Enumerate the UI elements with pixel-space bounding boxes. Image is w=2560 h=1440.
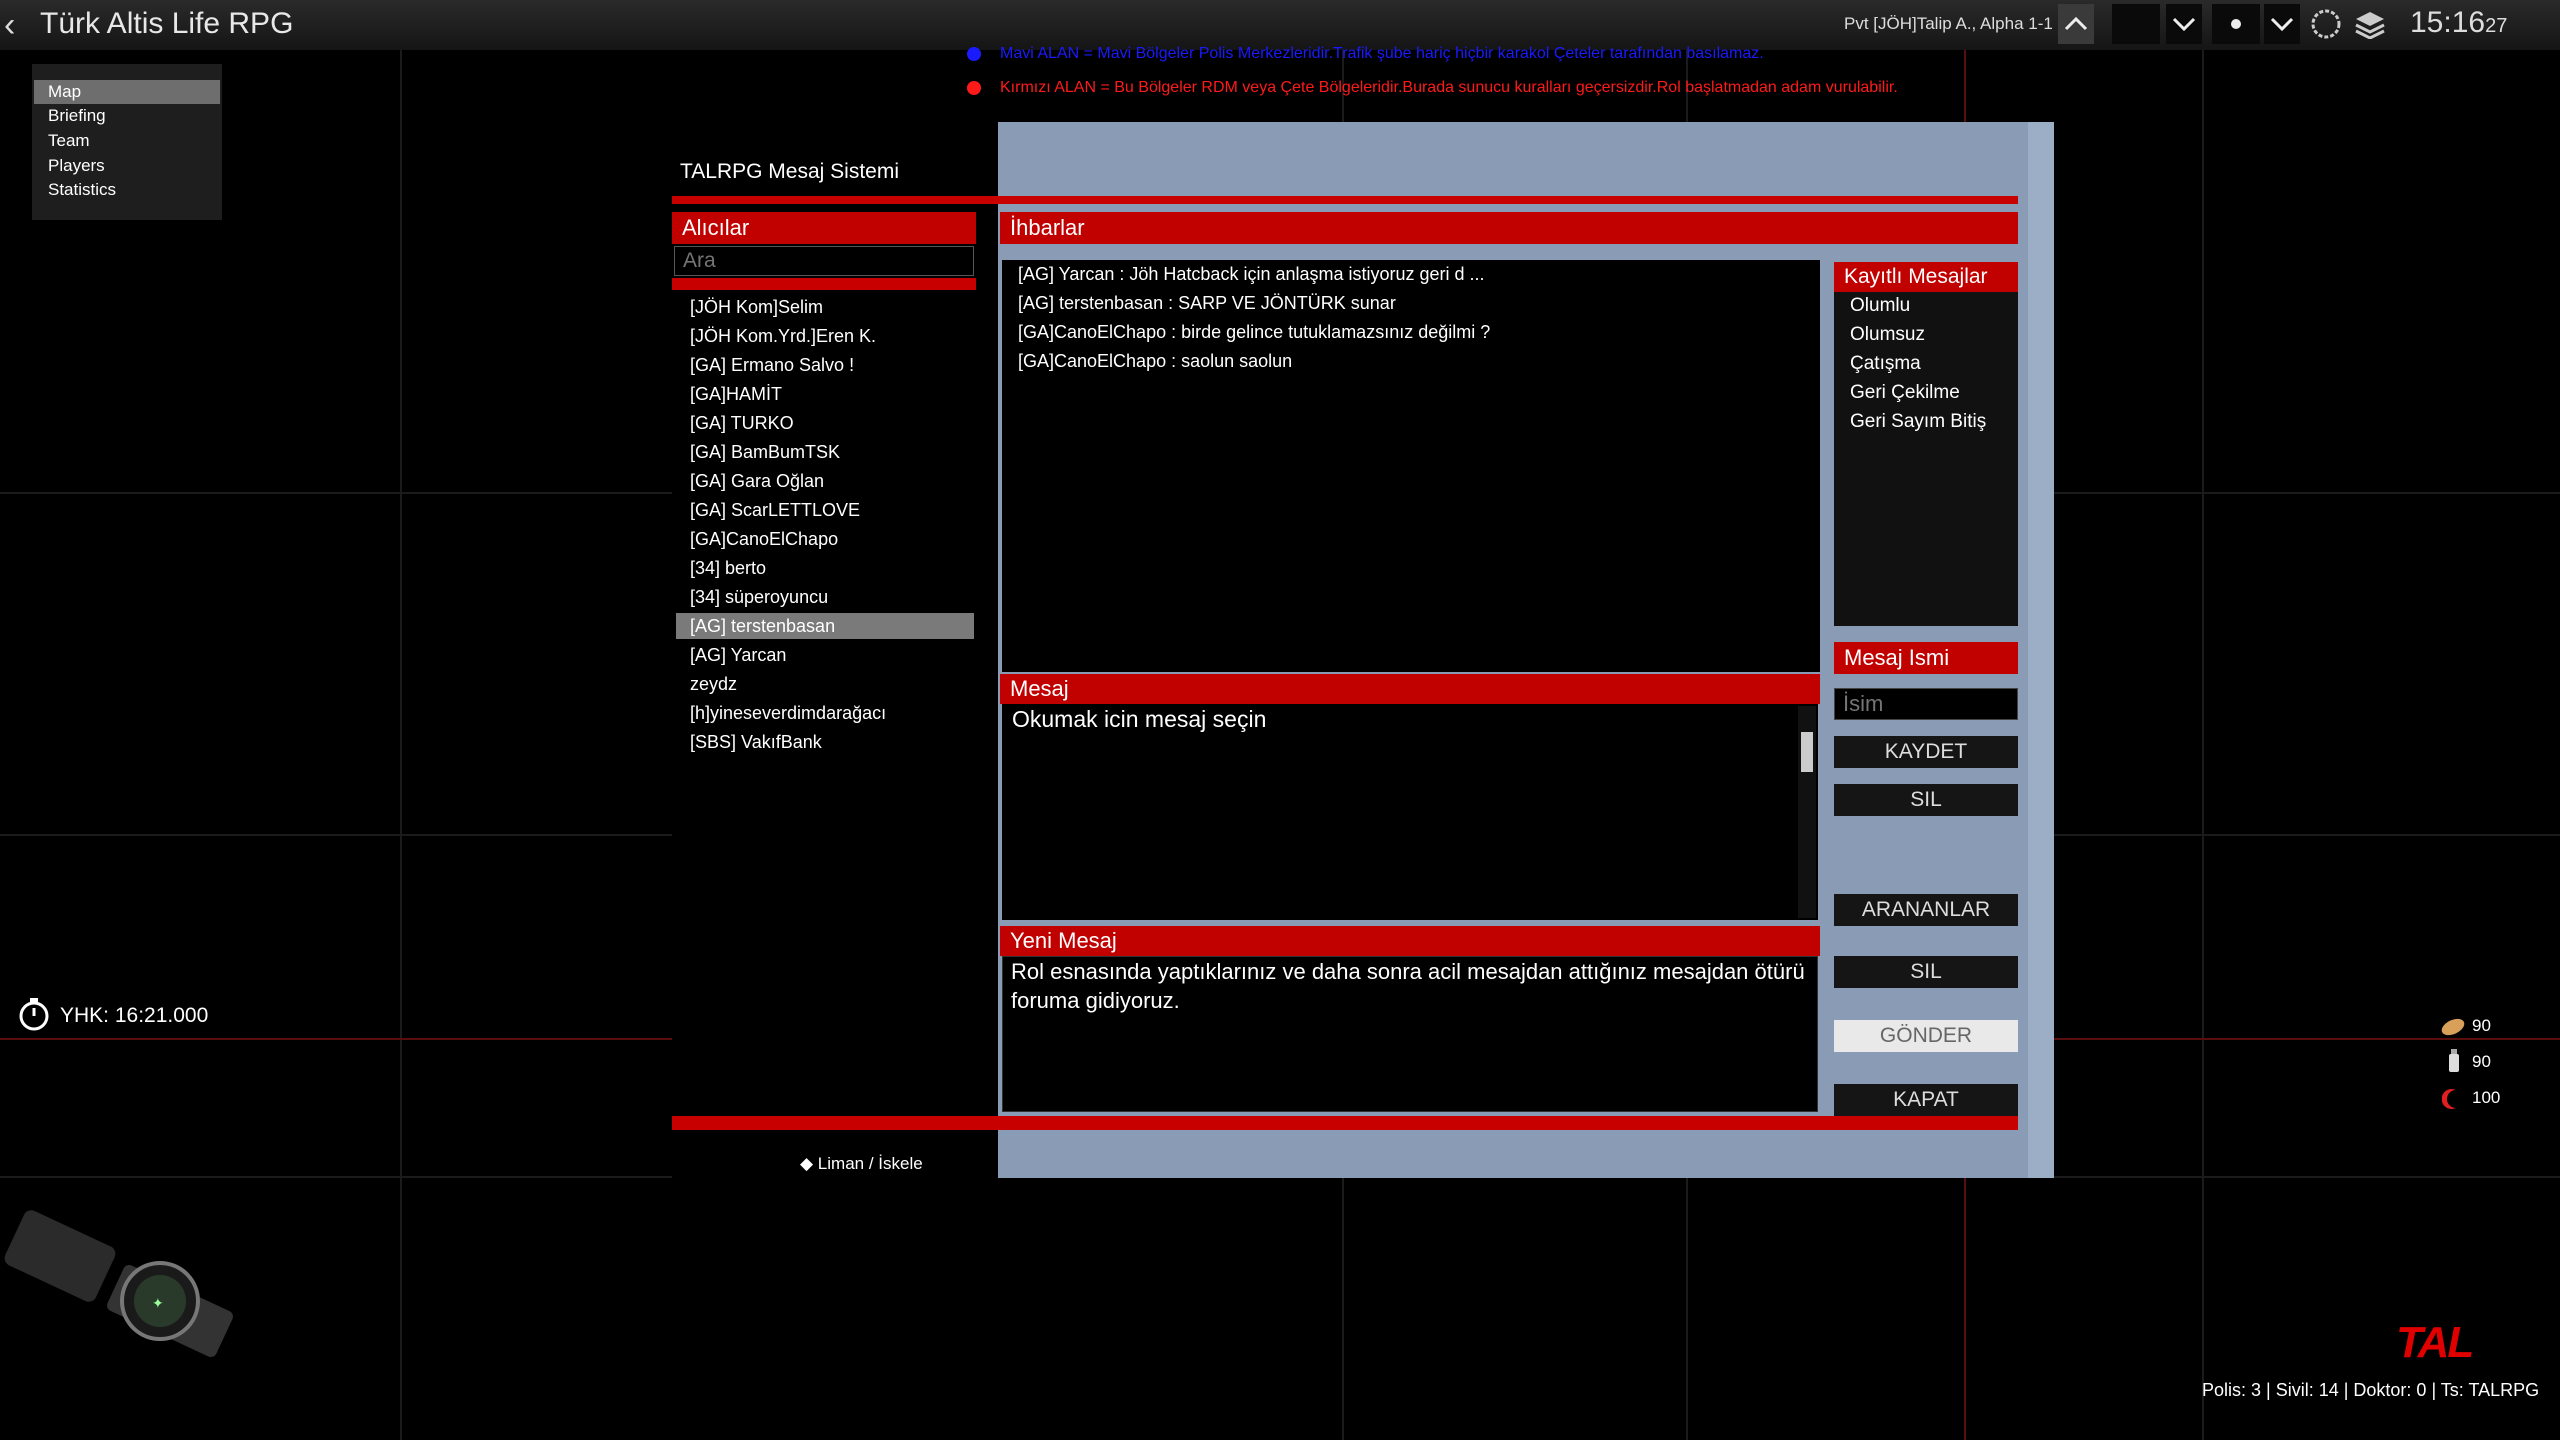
top-bar: ‹ Türk Altis Life RPG Pvt [JÖH]Talip A.,… (0, 0, 2560, 50)
message-header: Mesaj (1000, 674, 1820, 704)
recipient-item[interactable]: [AG] Yarcan (676, 642, 974, 668)
saved-message-item[interactable]: Geri Çekilme (1850, 382, 1960, 404)
recipients-divider (672, 278, 976, 290)
stopwatch-icon (16, 996, 52, 1037)
menu-item-team[interactable]: Team (34, 129, 220, 153)
report-message[interactable]: [GA]CanoElChapo : saolun saolun (1018, 351, 1292, 372)
recipient-item[interactable]: zeydz (676, 671, 974, 697)
tal-logo: TAL (2396, 1318, 2474, 1367)
recipient-item[interactable]: [h]yineseverdimdarağacı (676, 700, 974, 726)
timer-text: YHK: 16:21.000 (60, 1004, 209, 1027)
menu-item-players[interactable]: Players (34, 154, 220, 178)
new-message-header: Yeni Mesaj (1000, 926, 1820, 956)
location-label-text: Liman / İskele (817, 1154, 923, 1173)
send-button[interactable]: GÖNDER (1834, 1020, 2018, 1052)
close-button[interactable]: KAPAT (1834, 1084, 2018, 1116)
recipient-item[interactable]: [GA] BamBumTSK (676, 439, 974, 465)
wanted-list-button[interactable]: ARANANLAR (1834, 894, 2018, 926)
report-message[interactable]: [GA]CanoElChapo : birde gelince tutuklam… (1018, 322, 1490, 343)
recipient-item[interactable]: [JÖH Kom]Selim (676, 294, 974, 320)
red-area-dot-icon (967, 81, 981, 95)
chevron-down-icon[interactable] (2264, 4, 2300, 44)
menu-item-briefing[interactable]: Briefing (34, 104, 220, 128)
clock-time: 15:16 (2410, 6, 2486, 39)
report-message[interactable]: [AG] Yarcan : Jöh Hatcback için anlaşma … (1018, 264, 1485, 285)
recipient-search-input[interactable] (674, 246, 974, 276)
player-info: Pvt [JÖH]Talip A., Alpha 1-1 2 (1844, 14, 2068, 33)
recipient-item[interactable]: [GA] Ermano Salvo ! (676, 352, 974, 378)
recipient-item[interactable]: [JÖH Kom.Yrd.]Eren K. (676, 323, 974, 349)
location-label: ◆ Liman / İskele (800, 1154, 923, 1173)
recipient-item[interactable]: [34] süperoyuncu (676, 584, 974, 610)
compass-icon: ✦ (0, 1196, 250, 1371)
server-stats: Polis: 3 | Sivil: 14 | Doktor: 0 | Ts: T… (2202, 1380, 2540, 1400)
map-grid-line (400, 0, 402, 1440)
health-icon (2441, 1088, 2464, 1115)
recipient-item[interactable]: [GA] ScarLETTLOVE (676, 497, 974, 523)
dialog-top-bar (672, 196, 2018, 204)
message-view (1002, 704, 1818, 920)
delete-message-button[interactable]: SIL (1834, 956, 2018, 988)
report-message[interactable]: [AG] terstenbasan : SARP VE JÖNTÜRK suna… (1018, 293, 1396, 314)
new-message-textarea[interactable]: Rol esnasında yaptıklarınız ve daha sonr… (1002, 956, 1818, 1112)
gps-icon[interactable] (2306, 4, 2346, 44)
water-value: 90 (2472, 1052, 2491, 1071)
recipient-item-selected[interactable]: [AG] terstenbasan (676, 613, 974, 639)
saved-message-item[interactable]: Olumsuz (1850, 324, 1925, 346)
message-name-header: Mesaj Ismi (1834, 642, 2018, 674)
recipients-header: Alıcılar (672, 212, 976, 244)
message-body: Okumak icin mesaj seçin (1012, 706, 1267, 732)
health-value: 100 (2472, 1088, 2501, 1107)
map-grid-line (2202, 0, 2204, 1440)
dialog-background-strip (2028, 122, 2054, 1178)
clock-seconds: 27 (2485, 15, 2508, 37)
menu-item-statistics[interactable]: Statistics (34, 178, 220, 202)
recipient-item[interactable]: [GA]HAMİT (676, 381, 974, 407)
saved-message-item[interactable]: Çatışma (1850, 353, 1921, 375)
notice-red-area: Kırmızı ALAN = Bu Bölgeler RDM veya Çete… (1000, 79, 1898, 96)
chevron-down-icon[interactable] (2166, 4, 2202, 44)
dialog-bottom-bar (672, 1116, 2018, 1130)
recipient-item[interactable]: [GA]CanoElChapo (676, 526, 974, 552)
delete-saved-button[interactable]: SIL (1834, 784, 2018, 816)
notice-blue-area: Mavi ALAN = Mavi Bölgeler Polis Merkezle… (1000, 45, 1764, 62)
map-menu: Map Briefing Team Players Statistics (32, 64, 222, 220)
saved-messages-header: Kayıtlı Mesajlar (1834, 262, 2018, 292)
saved-message-item[interactable]: Olumlu (1850, 295, 1910, 317)
marker-dot-icon[interactable] (2212, 4, 2260, 44)
recipient-item[interactable]: [SBS] VakıfBank (676, 729, 974, 755)
scrollbar-thumb[interactable] (1801, 732, 1813, 772)
recipient-item[interactable]: [GA] TURKO (676, 410, 974, 436)
recipient-item[interactable]: [GA] Gara Oğlan (676, 468, 974, 494)
layers-icon[interactable] (2350, 4, 2390, 44)
reports-header: İhbarlar (1000, 212, 2018, 244)
water-icon (2446, 1048, 2462, 1079)
svg-text:✦: ✦ (152, 1296, 164, 1312)
clock: 15:1627 (2410, 6, 2507, 40)
menu-item-map[interactable]: Map (34, 80, 220, 104)
color-swatch-button[interactable] (2112, 4, 2160, 44)
dialog-title: TALRPG Mesaj Sistemi (680, 160, 899, 183)
app-title: Türk Altis Life RPG (40, 7, 294, 40)
saved-message-item[interactable]: Geri Sayım Bitiş (1850, 411, 1986, 433)
food-value: 90 (2472, 1016, 2491, 1035)
save-button[interactable]: KAYDET (1834, 736, 2018, 768)
blue-area-dot-icon (967, 47, 981, 61)
recipient-item[interactable]: [34] berto (676, 555, 974, 581)
back-icon[interactable]: ‹ (4, 6, 15, 45)
message-scrollbar[interactable] (1798, 706, 1816, 918)
chevron-up-icon[interactable] (2058, 4, 2094, 44)
message-name-input[interactable] (1834, 688, 2018, 720)
food-icon (2440, 1016, 2466, 1043)
